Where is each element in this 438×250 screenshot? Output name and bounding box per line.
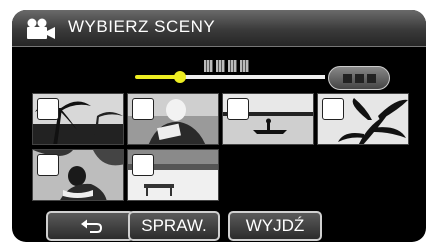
thumbnail-6[interactable] bbox=[127, 149, 219, 201]
screen: WYBIERZ SCENY SPRAW. WYJDŹ bbox=[0, 0, 438, 250]
thumbnail-2[interactable] bbox=[127, 93, 219, 145]
scene-checkbox[interactable] bbox=[37, 98, 59, 120]
thumbnail-4[interactable] bbox=[317, 93, 409, 145]
scene-checkbox[interactable] bbox=[132, 154, 154, 176]
thumbnail-1[interactable] bbox=[32, 93, 124, 145]
return-arrow-icon bbox=[81, 219, 103, 233]
thumbnail-5[interactable] bbox=[32, 149, 124, 201]
scroll-thumb[interactable] bbox=[174, 71, 186, 83]
header-bar: WYBIERZ SCENY bbox=[12, 10, 426, 47]
scene-checkbox[interactable] bbox=[322, 98, 344, 120]
thumbnail-3[interactable] bbox=[222, 93, 314, 145]
page-indicator bbox=[204, 59, 260, 73]
back-button[interactable] bbox=[46, 211, 134, 241]
scene-select-panel: WYBIERZ SCENY SPRAW. WYJDŹ bbox=[12, 10, 426, 242]
exit-button[interactable]: WYJDŹ bbox=[228, 211, 322, 241]
scene-checkbox[interactable] bbox=[227, 98, 249, 120]
video-camera-icon bbox=[27, 18, 55, 39]
scene-checkbox[interactable] bbox=[37, 154, 59, 176]
page-toggle-button[interactable] bbox=[328, 66, 390, 90]
scene-checkbox[interactable] bbox=[132, 98, 154, 120]
check-button[interactable]: SPRAW. bbox=[128, 211, 220, 241]
scroll-track-remaining bbox=[178, 75, 325, 79]
page-title: WYBIERZ SCENY bbox=[68, 17, 216, 36]
